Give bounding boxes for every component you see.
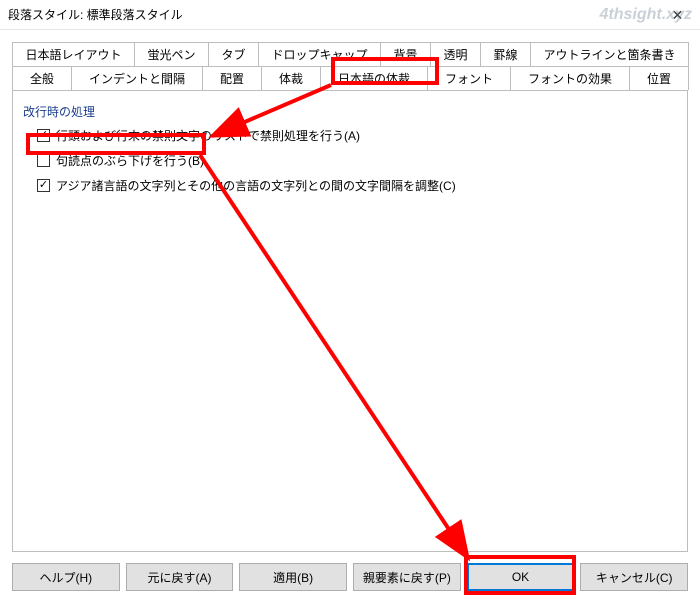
tab[interactable]: 蛍光ペン [134, 42, 209, 66]
checkbox[interactable] [37, 154, 50, 167]
button-label: 適用(B) [273, 569, 313, 586]
tab-strip: 日本語レイアウト蛍光ペンタブドロップキャップ背景透明罫線アウトラインと箇条書き … [12, 42, 688, 90]
option-label: 行頭および行末の禁則文字のリストで禁則処理を行う(A) [56, 127, 360, 144]
button-label: キャンセル(C) [596, 569, 673, 586]
ok-button[interactable]: OK [467, 563, 575, 591]
button-bar: ヘルプ(H) 元に戻す(A) 適用(B) 親要素に戻す(P) OK キャンセル(… [12, 563, 688, 591]
button-label: OK [512, 570, 529, 584]
tab[interactable]: 体裁 [261, 66, 321, 90]
option-label: 句読点のぶら下げを行う(B) [56, 152, 204, 169]
option-label: アジア諸言語の文字列とその他の言語の文字列との間の文字間隔を調整(C) [56, 177, 456, 194]
button-label: 元に戻す(A) [148, 569, 212, 586]
window-title: 段落スタイル: 標準段落スタイル [8, 6, 183, 23]
tab-page: 改行時の処理 行頭および行末の禁則文字のリストで禁則処理を行う(A) 句読点のぶ… [12, 90, 688, 552]
option-row[interactable]: 行頭および行末の禁則文字のリストで禁則処理を行う(A) [37, 126, 677, 145]
close-icon: ✕ [672, 7, 684, 24]
option-row[interactable]: アジア諸言語の文字列とその他の言語の文字列との間の文字間隔を調整(C) [37, 176, 677, 195]
checkbox[interactable] [37, 129, 50, 142]
section-heading: 改行時の処理 [23, 103, 677, 120]
tab[interactable]: 日本語レイアウト [12, 42, 135, 66]
checkbox[interactable] [37, 179, 50, 192]
cancel-button[interactable]: キャンセル(C) [580, 563, 688, 591]
close-button[interactable]: ✕ [655, 0, 700, 30]
tab[interactable]: タブ [208, 42, 259, 66]
tab[interactable]: インデントと間隔 [71, 66, 203, 90]
parent-button[interactable]: 親要素に戻す(P) [353, 563, 461, 591]
reset-button[interactable]: 元に戻す(A) [126, 563, 234, 591]
tab[interactable]: 透明 [430, 42, 481, 66]
tab[interactable]: ドロップキャップ [258, 42, 381, 66]
titlebar: 段落スタイル: 標準段落スタイル ✕ [0, 0, 700, 30]
tab[interactable]: 位置 [629, 66, 689, 90]
apply-button[interactable]: 適用(B) [239, 563, 347, 591]
tab[interactable]: 罫線 [480, 42, 531, 66]
help-button[interactable]: ヘルプ(H) [12, 563, 120, 591]
tab[interactable]: 全般 [12, 66, 72, 90]
option-row[interactable]: 句読点のぶら下げを行う(B) [37, 151, 677, 170]
button-label: 親要素に戻す(P) [363, 569, 451, 586]
button-label: ヘルプ(H) [40, 569, 93, 586]
tab[interactable]: 配置 [202, 66, 262, 90]
tab[interactable]: 背景 [380, 42, 431, 66]
tab-selected[interactable]: 日本語の体裁 [320, 66, 428, 90]
tab[interactable]: フォントの効果 [510, 66, 630, 90]
tab[interactable]: アウトラインと箇条書き [530, 42, 689, 66]
dialog-body: 日本語レイアウト蛍光ペンタブドロップキャップ背景透明罫線アウトラインと箇条書き … [0, 30, 700, 564]
tab[interactable]: フォント [427, 66, 511, 90]
